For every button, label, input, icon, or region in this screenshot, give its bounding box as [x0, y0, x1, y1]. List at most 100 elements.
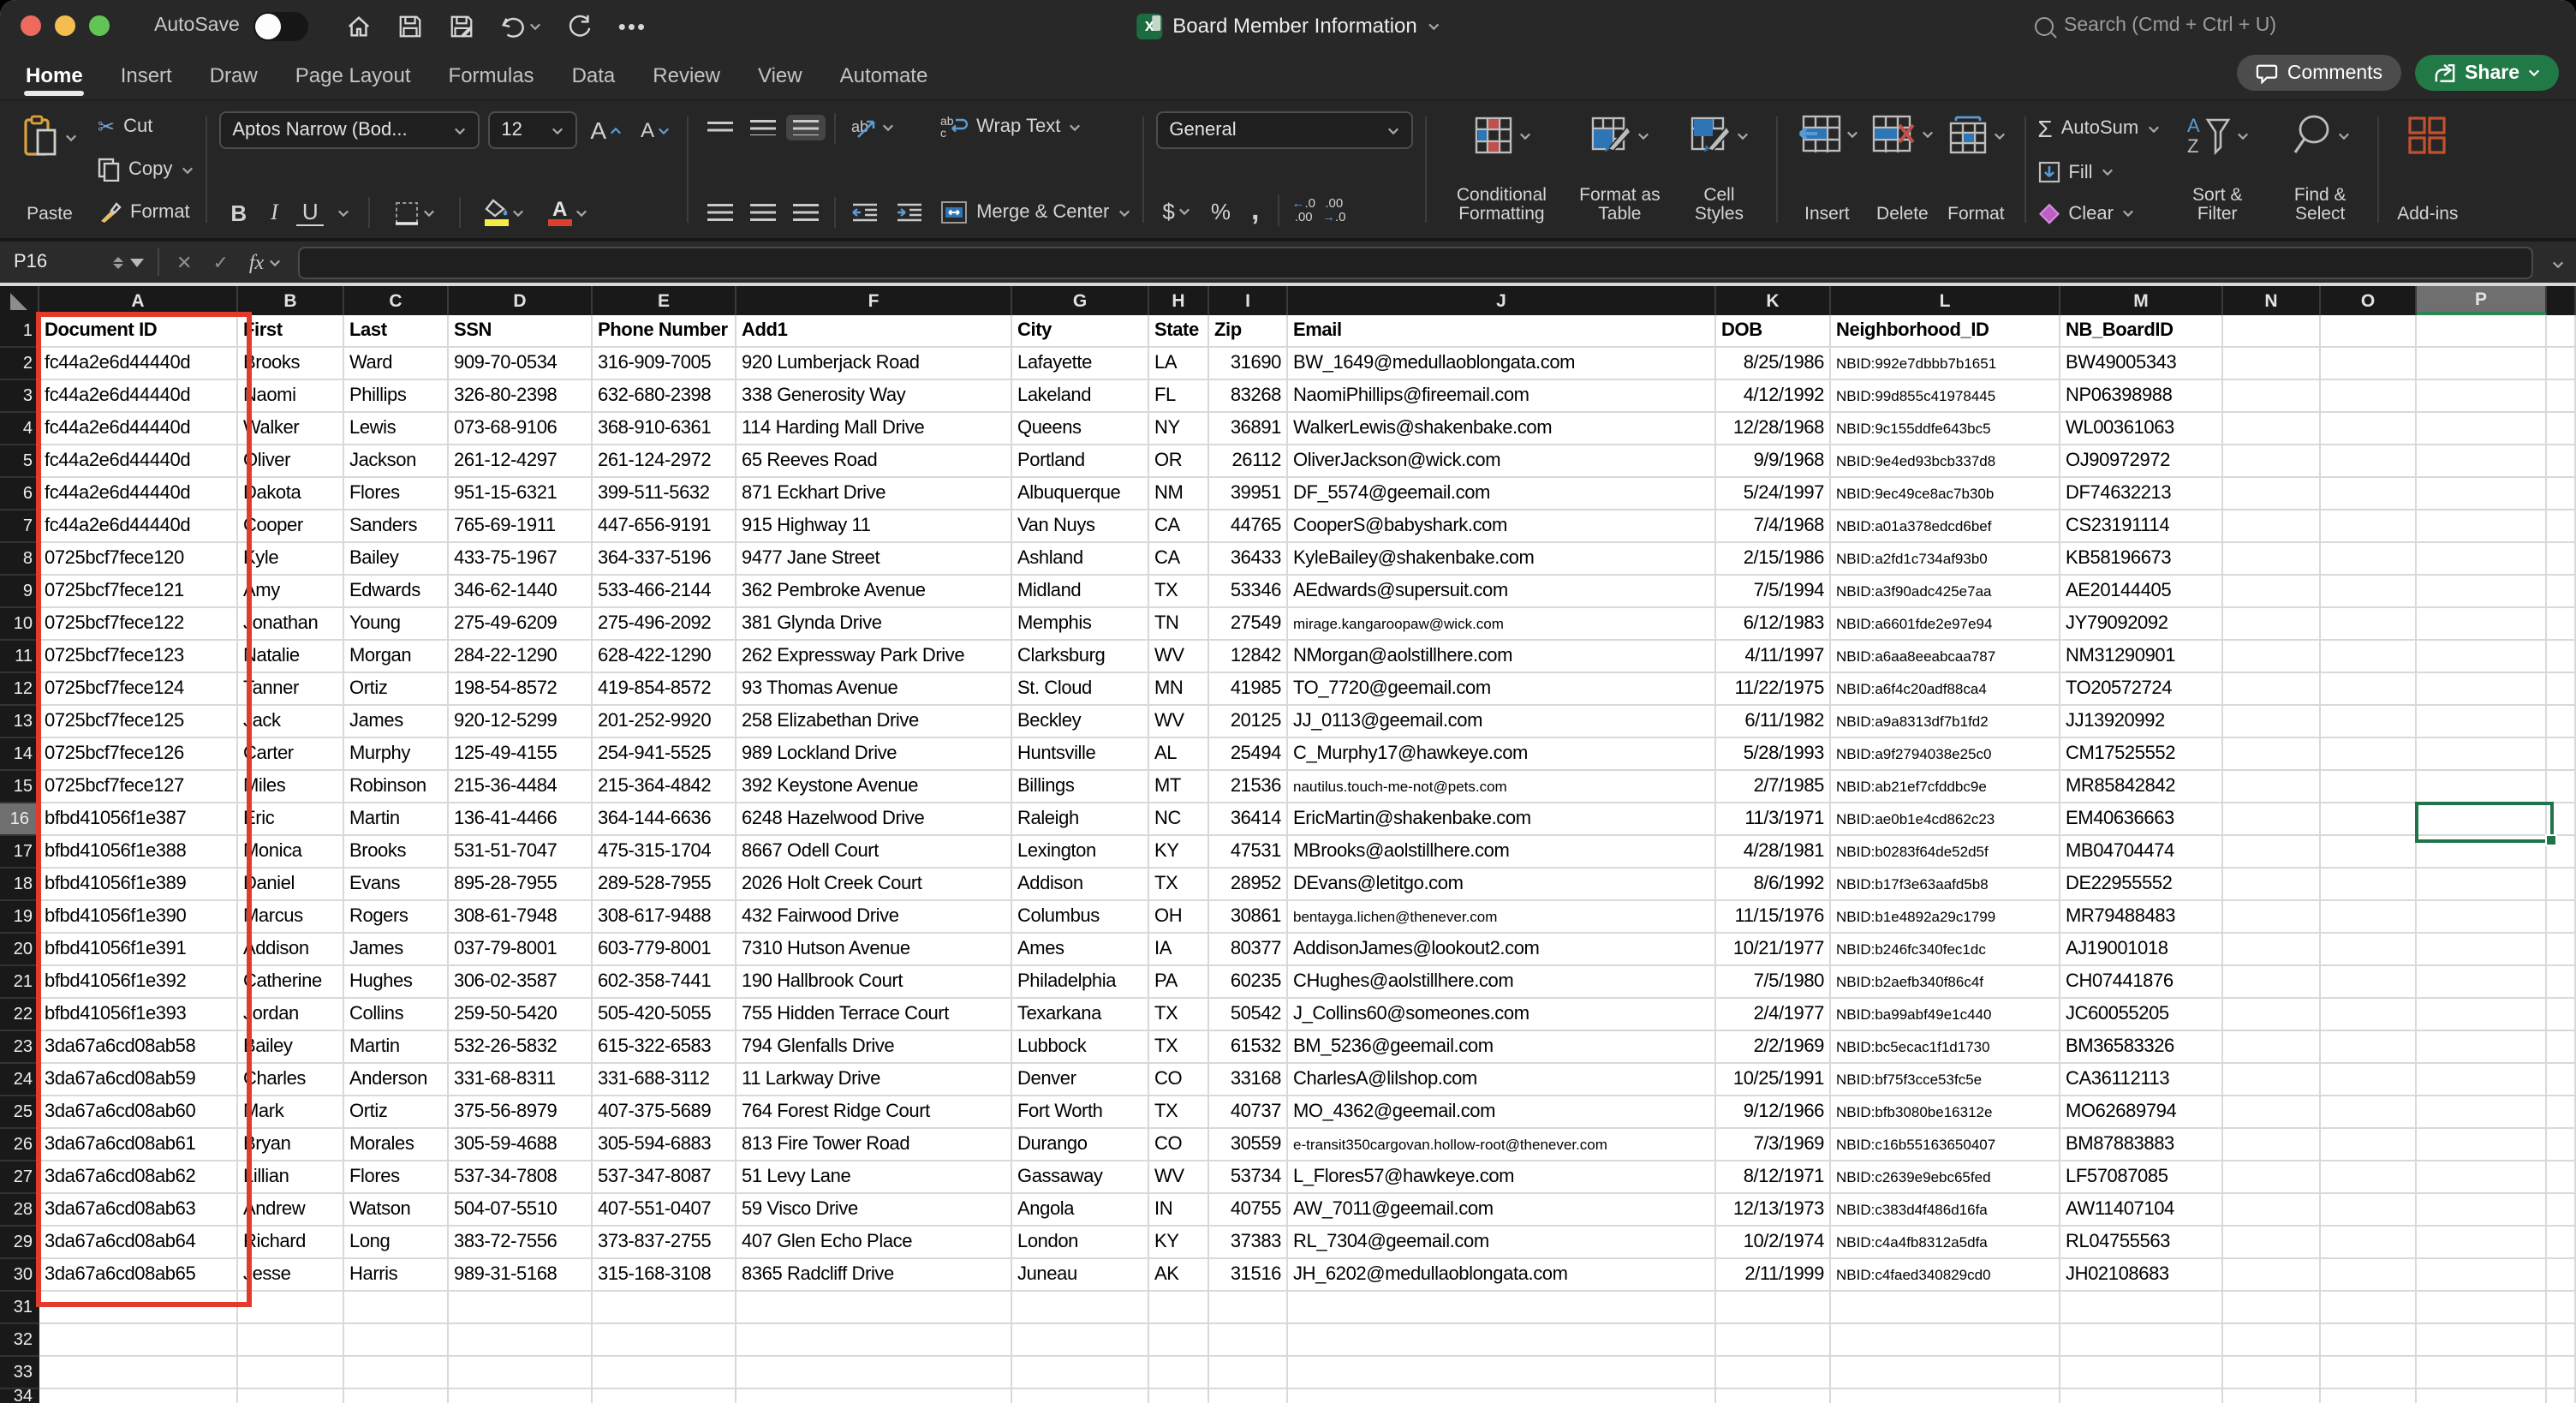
- cell-N14[interactable]: [2223, 738, 2321, 771]
- save-icon[interactable]: [397, 13, 423, 39]
- column-header-I[interactable]: I: [1209, 286, 1288, 315]
- cell-B6[interactable]: Dakota: [238, 478, 344, 510]
- cell-H9[interactable]: TX: [1149, 576, 1209, 608]
- cell-F24[interactable]: 11 Larkway Drive: [736, 1064, 1012, 1096]
- cell-G1[interactable]: City: [1012, 315, 1149, 348]
- cell-L31[interactable]: [1831, 1292, 2060, 1324]
- cell-G11[interactable]: Clarksburg: [1012, 641, 1149, 673]
- cell-H19[interactable]: OH: [1149, 901, 1209, 934]
- cell-A2[interactable]: fc44a2e6d44440d: [39, 348, 238, 380]
- cell-D33[interactable]: [449, 1357, 593, 1389]
- cell-x13[interactable]: [2547, 706, 2576, 738]
- cell-G33[interactable]: [1012, 1357, 1149, 1389]
- column-header-J[interactable]: J: [1288, 286, 1716, 315]
- cell-F33[interactable]: [736, 1357, 1012, 1389]
- cell-H7[interactable]: CA: [1149, 510, 1209, 543]
- cell-M14[interactable]: CM17525552: [2060, 738, 2223, 771]
- cell-D14[interactable]: 125-49-4155: [449, 738, 593, 771]
- sort-filter-button[interactable]: AZ Sort & Filter: [2173, 111, 2262, 228]
- cell-H17[interactable]: KY: [1149, 836, 1209, 869]
- cell-J12[interactable]: TO_7720@geemail.com: [1288, 673, 1716, 706]
- cell-C2[interactable]: Ward: [344, 348, 449, 380]
- cell-E33[interactable]: [593, 1357, 736, 1389]
- cell-x20[interactable]: [2547, 934, 2576, 966]
- cell-E28[interactable]: 407-551-0407: [593, 1194, 736, 1227]
- cell-C15[interactable]: Robinson: [344, 771, 449, 803]
- cell-B10[interactable]: Jonathan: [238, 608, 344, 641]
- row-header-30[interactable]: 30: [0, 1259, 39, 1292]
- cell-x19[interactable]: [2547, 901, 2576, 934]
- cell-I7[interactable]: 44765: [1209, 510, 1288, 543]
- cell-x29[interactable]: [2547, 1227, 2576, 1259]
- cell-D26[interactable]: 305-59-4688: [449, 1129, 593, 1161]
- align-bottom-button[interactable]: [786, 115, 826, 140]
- cell-x3[interactable]: [2547, 380, 2576, 413]
- cell-O24[interactable]: [2321, 1064, 2417, 1096]
- cell-N6[interactable]: [2223, 478, 2321, 510]
- column-header-D[interactable]: D: [449, 286, 593, 315]
- comma-format-button[interactable]: ,: [1244, 194, 1266, 228]
- row-header-28[interactable]: 28: [0, 1194, 39, 1227]
- cell-F8[interactable]: 9477 Jane Street: [736, 543, 1012, 576]
- row-header-26[interactable]: 26: [0, 1129, 39, 1161]
- cell-B23[interactable]: Bailey: [238, 1031, 344, 1064]
- cell-G20[interactable]: Ames: [1012, 934, 1149, 966]
- cell-I24[interactable]: 33168: [1209, 1064, 1288, 1096]
- cell-I9[interactable]: 53346: [1209, 576, 1288, 608]
- cell-J23[interactable]: BM_5236@geemail.com: [1288, 1031, 1716, 1064]
- cell-P20[interactable]: [2417, 934, 2547, 966]
- cell-J32[interactable]: [1288, 1324, 1716, 1357]
- cell-x10[interactable]: [2547, 608, 2576, 641]
- cell-M29[interactable]: RL04755563: [2060, 1227, 2223, 1259]
- cell-A23[interactable]: 3da67a6cd08ab58: [39, 1031, 238, 1064]
- format-as-table-button[interactable]: Format as Table: [1565, 111, 1674, 228]
- column-header-N[interactable]: N: [2223, 286, 2321, 315]
- cell-P10[interactable]: [2417, 608, 2547, 641]
- cell-N15[interactable]: [2223, 771, 2321, 803]
- cell-F7[interactable]: 915 Highway 11: [736, 510, 1012, 543]
- cell-L7[interactable]: NBID:a01a378edcd6bef: [1831, 510, 2060, 543]
- cell-I1[interactable]: Zip: [1209, 315, 1288, 348]
- font-size-select[interactable]: 12: [487, 111, 576, 149]
- column-header-E[interactable]: E: [593, 286, 736, 315]
- cell-I15[interactable]: 21536: [1209, 771, 1288, 803]
- cell-H29[interactable]: KY: [1149, 1227, 1209, 1259]
- cell-N31[interactable]: [2223, 1292, 2321, 1324]
- cell-x25[interactable]: [2547, 1096, 2576, 1129]
- cell-x9[interactable]: [2547, 576, 2576, 608]
- cell-A32[interactable]: [39, 1324, 238, 1357]
- cell-J11[interactable]: NMorgan@aolstillhere.com: [1288, 641, 1716, 673]
- cell-A6[interactable]: fc44a2e6d44440d: [39, 478, 238, 510]
- fill-color-button[interactable]: [480, 199, 529, 226]
- cell-O30[interactable]: [2321, 1259, 2417, 1292]
- cell-D13[interactable]: 920-12-5299: [449, 706, 593, 738]
- cell-B14[interactable]: Carter: [238, 738, 344, 771]
- cell-M2[interactable]: BW49005343: [2060, 348, 2223, 380]
- column-header-L[interactable]: L: [1831, 286, 2060, 315]
- cell-J17[interactable]: MBrooks@aolstillhere.com: [1288, 836, 1716, 869]
- cell-E11[interactable]: 628-422-1290: [593, 641, 736, 673]
- cell-B11[interactable]: Natalie: [238, 641, 344, 673]
- name-box-stepper[interactable]: [113, 256, 123, 268]
- align-middle-button[interactable]: [743, 115, 783, 140]
- cell-M21[interactable]: CH07441876: [2060, 966, 2223, 999]
- cell-H1[interactable]: State: [1149, 315, 1209, 348]
- cell-G9[interactable]: Midland: [1012, 576, 1149, 608]
- cell-x5[interactable]: [2547, 445, 2576, 478]
- cell-B32[interactable]: [238, 1324, 344, 1357]
- cell-P13[interactable]: [2417, 706, 2547, 738]
- cell-H27[interactable]: WV: [1149, 1161, 1209, 1194]
- cell-x8[interactable]: [2547, 543, 2576, 576]
- cell-P8[interactable]: [2417, 543, 2547, 576]
- cell-D23[interactable]: 532-26-5832: [449, 1031, 593, 1064]
- cell-P22[interactable]: [2417, 999, 2547, 1031]
- cell-x24[interactable]: [2547, 1064, 2576, 1096]
- cell-P21[interactable]: [2417, 966, 2547, 999]
- cell-E18[interactable]: 289-528-7955: [593, 869, 736, 901]
- row-header-22[interactable]: 22: [0, 999, 39, 1031]
- row-header-32[interactable]: 32: [0, 1324, 39, 1357]
- cell-C1[interactable]: Last: [344, 315, 449, 348]
- cell-D29[interactable]: 383-72-7556: [449, 1227, 593, 1259]
- cell-E23[interactable]: 615-322-6583: [593, 1031, 736, 1064]
- cell-M1[interactable]: NB_BoardID: [2060, 315, 2223, 348]
